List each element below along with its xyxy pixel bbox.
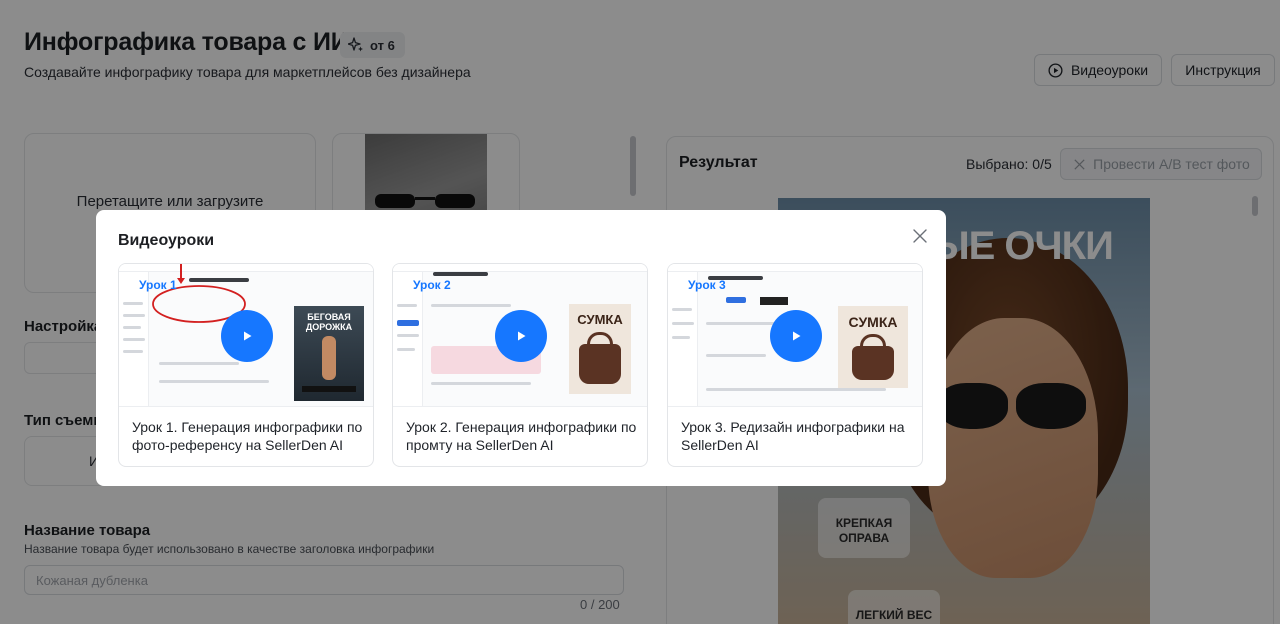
lesson-2-tag: Урок 2 bbox=[413, 278, 451, 292]
mini-topbar bbox=[393, 264, 647, 272]
modal-title: Видеоуроки bbox=[118, 232, 215, 249]
mini-line bbox=[706, 322, 776, 325]
video-lessons-modal: Видеоуроки БЕГОВАЯ ДОРОЖКА Урок 1 Урок 1… bbox=[96, 210, 946, 486]
mini-line bbox=[123, 338, 145, 341]
lesson-3-poster-text: СУМКА bbox=[848, 314, 898, 330]
mini-accent bbox=[397, 320, 419, 326]
lesson-card-1[interactable]: БЕГОВАЯ ДОРОЖКА Урок 1 Урок 1. Генерация… bbox=[118, 263, 374, 467]
mini-line bbox=[159, 380, 269, 383]
lesson-thumbnail-2: СУМКА Урок 2 bbox=[393, 264, 647, 407]
lesson-1-poster-text: БЕГОВАЯ ДОРОЖКА bbox=[305, 312, 353, 332]
lesson-card-3[interactable]: СУМКА Урок 3 Урок 3. Редизайн инфографик… bbox=[667, 263, 923, 467]
lesson-1-poster: БЕГОВАЯ ДОРОЖКА bbox=[294, 306, 364, 401]
lesson-1-caption: Урок 1. Генерация инфографики по фото-ре… bbox=[132, 419, 363, 453]
mini-line bbox=[397, 348, 415, 351]
lesson-2-caption: Урок 2. Генерация инфографики по промту … bbox=[406, 419, 637, 453]
play-icon bbox=[244, 331, 252, 341]
mini-line bbox=[123, 314, 145, 317]
mini-line bbox=[431, 304, 511, 307]
play-icon bbox=[518, 331, 526, 341]
mini-dark-block bbox=[760, 297, 788, 305]
mini-line bbox=[123, 326, 141, 329]
play-icon bbox=[793, 331, 801, 341]
lesson-2-poster-text: СУМКА bbox=[577, 312, 623, 327]
lesson-card-2[interactable]: СУМКА Урок 2 Урок 2. Генерация инфографи… bbox=[392, 263, 648, 467]
mini-line bbox=[123, 350, 143, 353]
lesson-1-play-button[interactable] bbox=[221, 310, 273, 362]
mini-line bbox=[706, 354, 766, 357]
mini-title bbox=[433, 272, 488, 276]
close-icon[interactable] bbox=[912, 228, 928, 244]
mini-line bbox=[123, 302, 143, 305]
lesson-3-poster: СУМКА bbox=[838, 306, 908, 388]
mini-line bbox=[159, 362, 239, 365]
mini-line bbox=[672, 308, 692, 311]
mini-accent bbox=[726, 297, 746, 303]
mini-sidebar bbox=[393, 272, 423, 406]
lesson-3-play-button[interactable] bbox=[770, 310, 822, 362]
lesson-thumbnail-3: СУМКА Урок 3 bbox=[668, 264, 922, 407]
lesson-thumbnail-1: БЕГОВАЯ ДОРОЖКА Урок 1 bbox=[119, 264, 373, 407]
lesson-2-poster: СУМКА bbox=[569, 304, 631, 394]
lesson-3-tag: Урок 3 bbox=[688, 278, 726, 292]
mini-line bbox=[397, 334, 419, 337]
mini-line bbox=[672, 322, 694, 325]
mini-sidebar bbox=[668, 272, 698, 406]
lesson-3-caption: Урок 3. Редизайн инфографики на SellerDe… bbox=[681, 419, 905, 453]
mini-topbar bbox=[668, 264, 922, 272]
mini-line bbox=[672, 336, 690, 339]
lesson-1-tag: Урок 1 bbox=[139, 278, 177, 292]
mini-line bbox=[706, 388, 886, 391]
mini-line bbox=[397, 304, 417, 307]
lesson-2-play-button[interactable] bbox=[495, 310, 547, 362]
mini-line bbox=[431, 382, 531, 385]
